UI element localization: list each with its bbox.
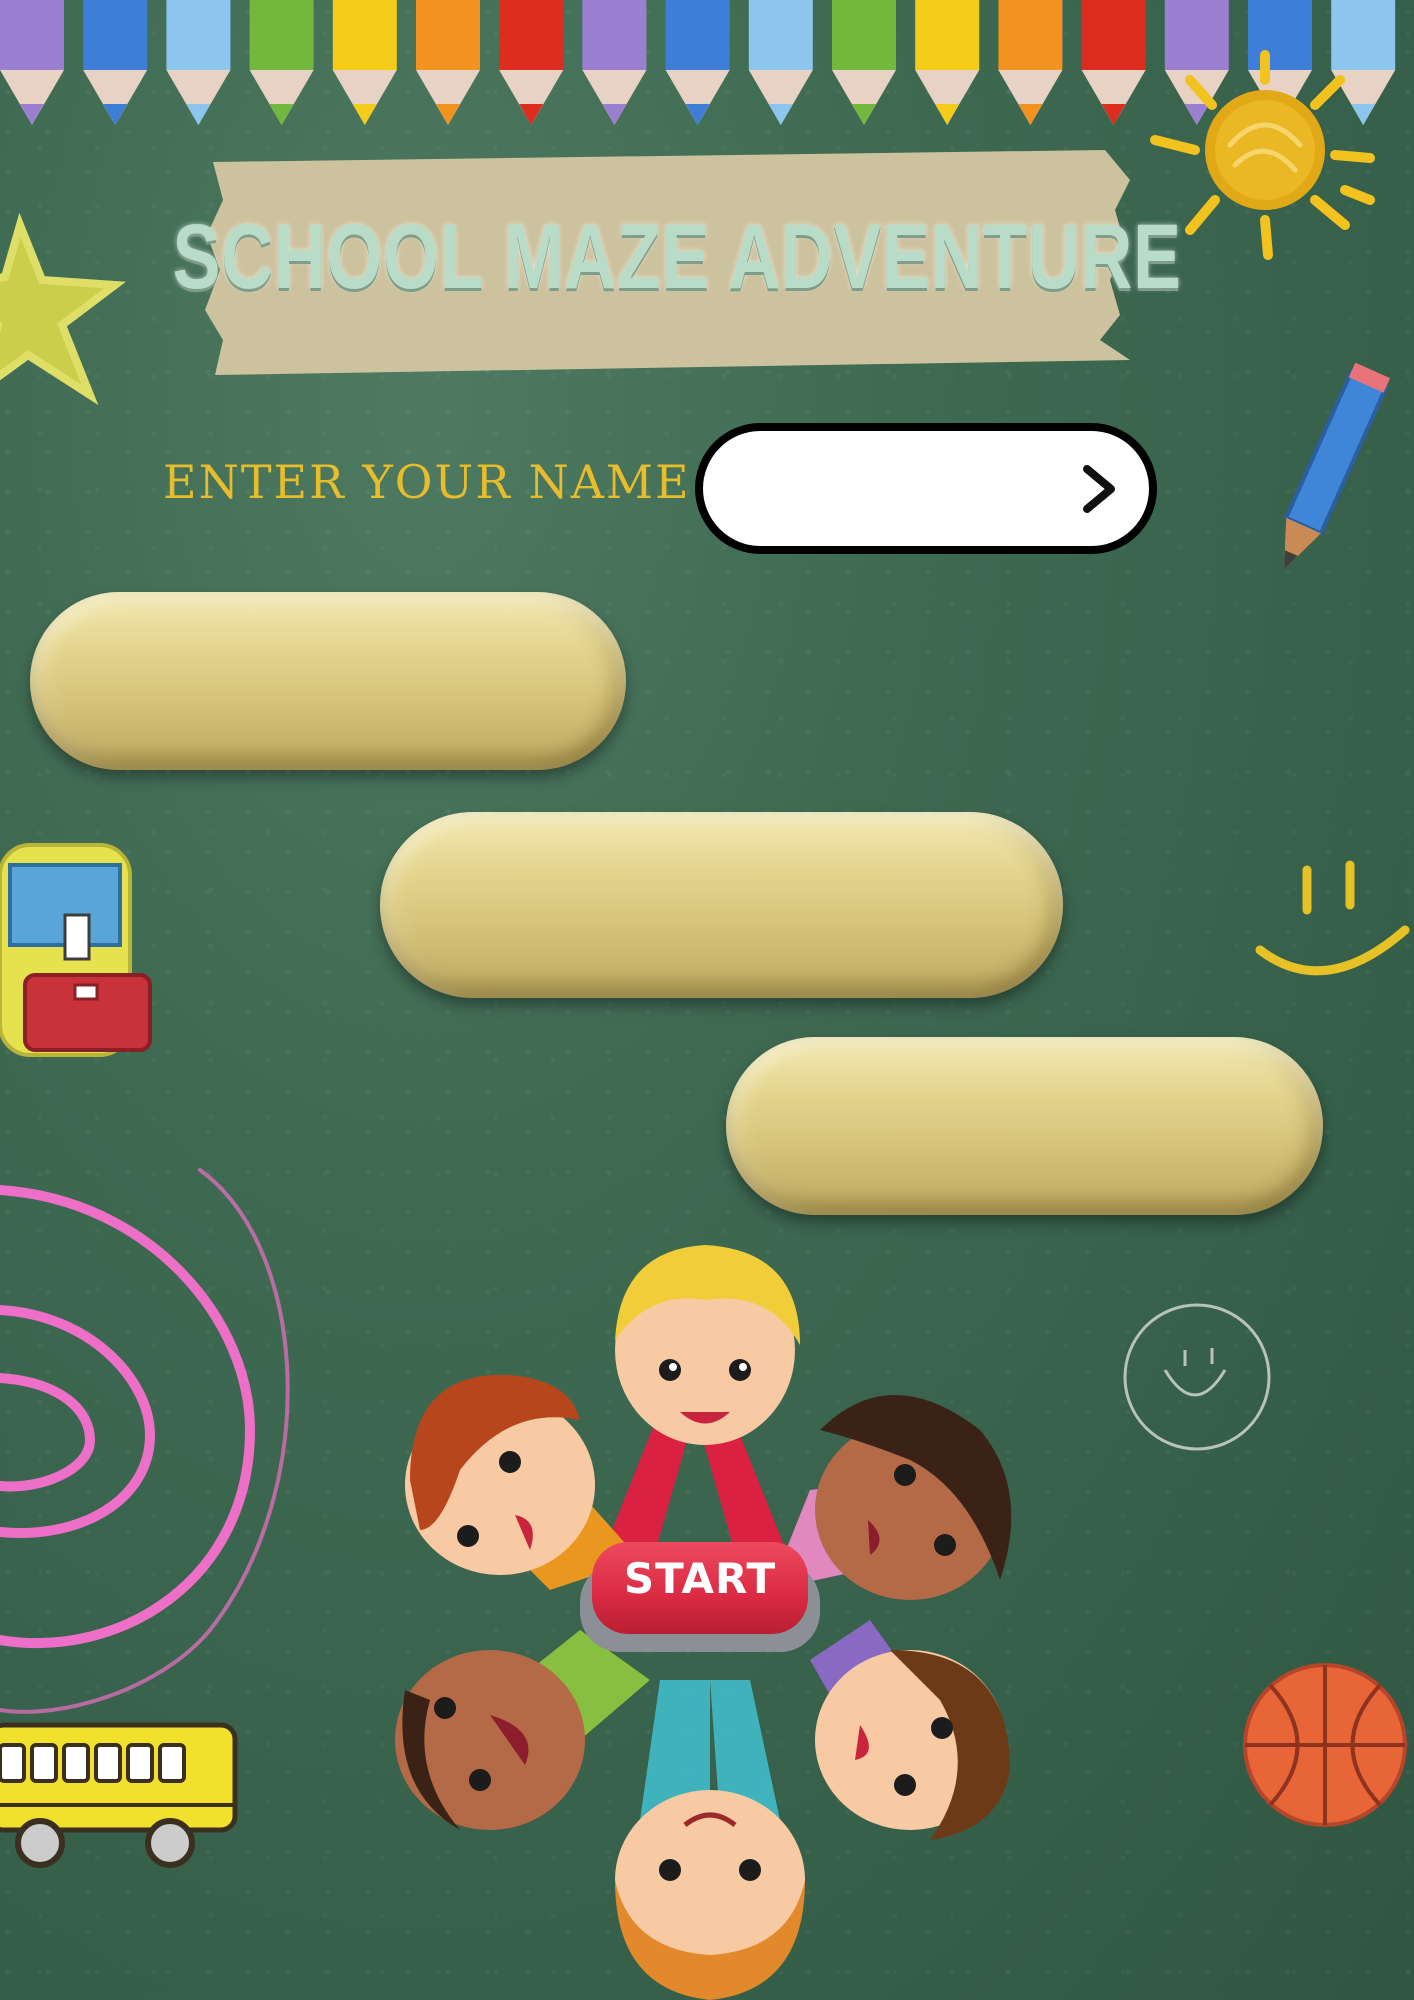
name-input[interactable]	[743, 461, 1077, 518]
pencil-decoration	[915, 0, 980, 125]
kid-right	[815, 1395, 1012, 1600]
menu-option-button-1[interactable]	[30, 592, 626, 770]
star-icon	[0, 212, 126, 406]
backpack-icon	[0, 843, 152, 1057]
start-button-label: START	[623, 1554, 777, 1603]
pencil-decoration	[166, 0, 231, 125]
pencil-decoration	[665, 0, 730, 125]
menu-option-button-3[interactable]	[726, 1037, 1323, 1215]
name-label: ENTER YOUR NAME :	[163, 455, 725, 509]
pencil-decoration	[582, 0, 647, 125]
pencil-decoration	[416, 0, 480, 125]
start-button[interactable]: START	[580, 1542, 820, 1658]
pencil-decoration	[998, 0, 1063, 125]
basketball-icon	[1243, 1663, 1407, 1827]
menu-option-button-2[interactable]	[380, 812, 1063, 998]
pencil-decoration	[832, 0, 896, 125]
chalk-smiley-icon	[1123, 1303, 1271, 1451]
pencil-decoration	[83, 0, 148, 125]
page-title: SCHOOL MAZE ADVENTURE	[172, 206, 1182, 308]
kid-bottom	[615, 1790, 805, 2000]
kid-bottom-left	[395, 1650, 585, 1830]
spiral-icon	[0, 1168, 290, 1714]
kid-bottom-right	[815, 1650, 1010, 1840]
pencil-decoration	[499, 0, 564, 125]
smiley-icon	[1255, 860, 1410, 976]
pencil-decoration	[748, 0, 813, 125]
name-field-container	[695, 423, 1157, 554]
kid-left	[405, 1374, 595, 1575]
pencil-decoration	[249, 0, 314, 125]
pencil-icon	[1283, 362, 1391, 570]
kid-top	[615, 1245, 800, 1445]
chevron-right-icon[interactable]	[1071, 461, 1127, 517]
school-bus-icon	[0, 1722, 238, 1868]
pencil-decoration	[0, 0, 64, 125]
pencil-decoration	[332, 0, 397, 125]
